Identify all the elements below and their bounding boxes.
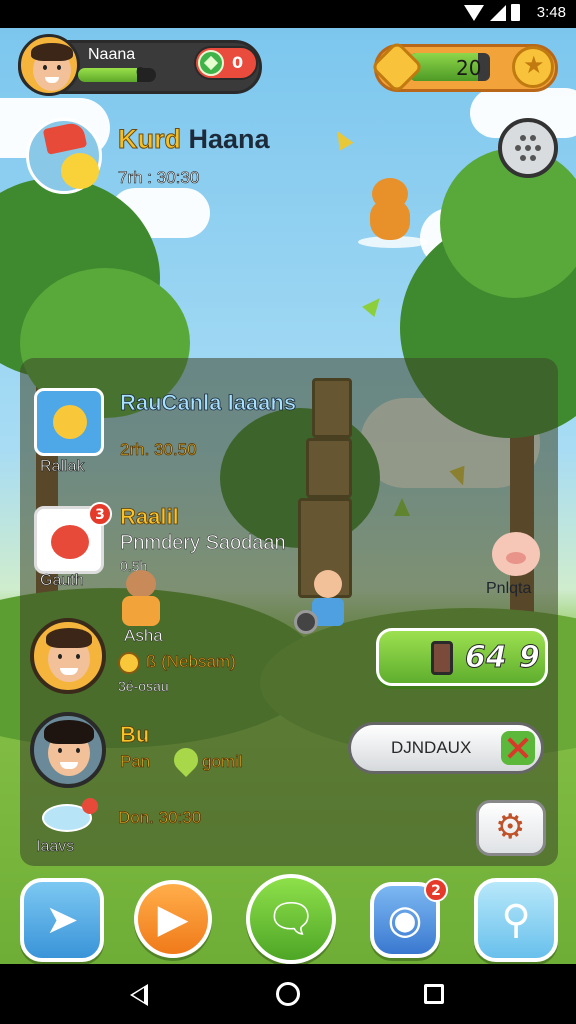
nav-search-button[interactable]: ⚲ [474, 878, 558, 962]
battery-icon [511, 4, 520, 21]
list-item-time: Don. 30:30 [118, 808, 202, 828]
back-icon[interactable] [130, 984, 148, 1006]
chick-icon [61, 153, 99, 189]
asha-avatar[interactable] [30, 618, 106, 694]
nav-send-button[interactable]: ➤ [20, 878, 104, 962]
profile-avatar[interactable] [18, 34, 80, 96]
rallak-icon[interactable] [34, 388, 104, 456]
list-item-caption: Iaavs [36, 838, 75, 856]
status-time: 3:48 [536, 4, 566, 21]
player-title-rest: Haana [188, 124, 270, 154]
paper-plane-icon: ➤ [45, 897, 79, 943]
nav-play-button[interactable]: ▶ [134, 880, 212, 958]
bear-character[interactable] [358, 178, 428, 248]
list-item-time: 2rh. 30.50 [120, 440, 197, 460]
list-item-text: ß (Nebsam) [146, 652, 237, 672]
player-emblem[interactable] [26, 118, 102, 194]
nav-chat-button[interactable]: 🗨 [246, 874, 336, 964]
home-icon[interactable] [276, 982, 300, 1006]
system-nav-bar [0, 964, 576, 1024]
player-title: Kurd Haana [118, 124, 270, 155]
gem-count: 0 [232, 53, 244, 72]
list-item-subtext: 3é-osau [118, 678, 169, 694]
kid-character[interactable] [116, 570, 166, 630]
list-item-text: gomil [202, 752, 243, 772]
settings-button[interactable] [476, 800, 546, 856]
list-item-title: Raalil [120, 504, 179, 530]
speech-bubble-icon: 🗨 [265, 896, 317, 942]
player-subtitle: 7rh : 30:30 [118, 168, 200, 188]
menu-button[interactable] [498, 118, 558, 178]
list-item-title: Asha [124, 626, 163, 645]
rallak-caption: Rallak [40, 458, 85, 476]
pig-label: Pnlqta [486, 580, 532, 597]
jar-icon [431, 641, 453, 675]
profile-name: Naana [88, 46, 136, 63]
currency-count: 20 [456, 56, 482, 80]
close-icon[interactable] [501, 731, 535, 765]
score-suffix: 9 [519, 640, 541, 676]
score-value: 64 [465, 640, 508, 676]
xp-value: 0 [136, 66, 146, 81]
boy-character[interactable] [294, 570, 350, 638]
gauth-caption: Gauth [40, 572, 84, 590]
list-item-text: Pnmdery Saodaan [120, 532, 286, 554]
falling-leaf [330, 127, 354, 151]
wifi-icon [464, 5, 484, 21]
gem-icon [198, 50, 224, 76]
chat-notification-badge: 2 [424, 878, 448, 902]
status-bar: 3:48 [0, 0, 576, 28]
list-item-title: RauCanla Iaaans [120, 390, 297, 416]
dj-action-button[interactable]: DJNDAUX [348, 722, 544, 774]
coin-icon [118, 652, 140, 674]
flag-icon [42, 121, 88, 155]
cell-signal-icon [490, 5, 506, 21]
falling-leaf [362, 292, 386, 318]
notification-badge: 3 [88, 502, 112, 526]
search-icon: ⚲ [501, 897, 531, 943]
list-item-text: Pan [120, 752, 151, 772]
player-title-gold: Kurd [118, 124, 182, 155]
play-icon: ▶ [157, 896, 189, 942]
score-button[interactable]: 64 9 [376, 628, 548, 686]
bird-icon[interactable] [36, 794, 102, 840]
dj-action-label: DJNDAUX [391, 738, 472, 757]
star-icon[interactable] [512, 46, 554, 88]
recent-apps-icon[interactable] [424, 984, 444, 1004]
bu-avatar[interactable] [30, 712, 106, 788]
gem-counter[interactable]: 0 [194, 46, 258, 80]
pig-character[interactable] [486, 528, 546, 582]
list-item-title: Bu [120, 722, 150, 748]
